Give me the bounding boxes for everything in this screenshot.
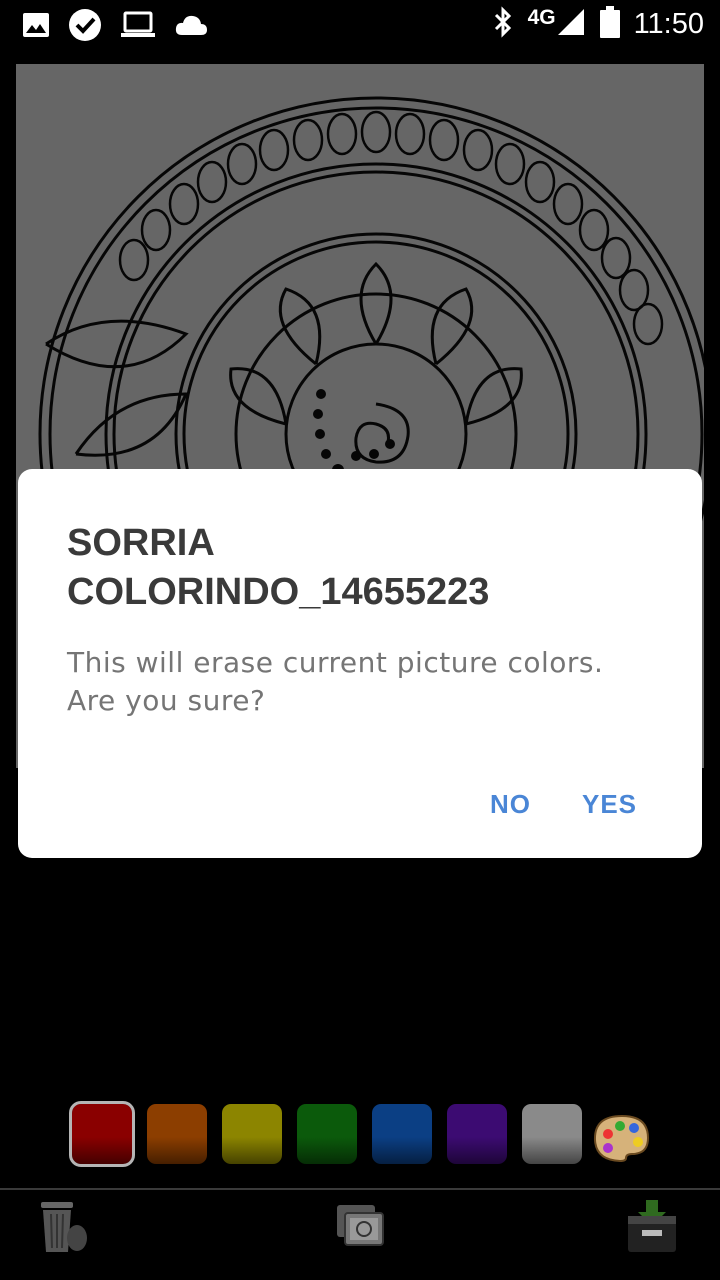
swatch-red[interactable]	[69, 1101, 135, 1167]
gallery-icon	[333, 1201, 387, 1255]
swatch-purple[interactable]	[447, 1104, 507, 1164]
swatch-yellow[interactable]	[222, 1104, 282, 1164]
network-type: 4G	[527, 6, 556, 29]
save-icon	[624, 1198, 680, 1258]
status-bar: 4G 11:50	[0, 0, 720, 48]
yes-button[interactable]: YES	[576, 785, 643, 824]
swatch-blue[interactable]	[372, 1104, 432, 1164]
toolbar-divider	[0, 1188, 720, 1190]
laptop-icon	[120, 11, 156, 43]
check-circle-icon	[68, 8, 102, 46]
clear-button[interactable]	[32, 1196, 96, 1260]
swatch-orange[interactable]	[147, 1104, 207, 1164]
dialog-title: SORRIA COLORINDO_14655223	[67, 522, 490, 613]
cloud-icon	[174, 13, 208, 41]
gallery-button[interactable]	[328, 1196, 392, 1260]
swatch-gray[interactable]	[522, 1104, 582, 1164]
image-icon	[22, 12, 50, 42]
no-button[interactable]: NO	[484, 785, 537, 824]
battery-icon	[599, 6, 620, 42]
clock: 11:50	[633, 7, 704, 40]
paint-palette-icon[interactable]	[592, 1114, 650, 1166]
confirm-dialog: SORRIA COLORINDO_14655223 This will eras…	[18, 469, 702, 858]
bluetooth-icon	[492, 6, 514, 42]
trash-icon	[37, 1198, 91, 1258]
swatch-green[interactable]	[297, 1104, 357, 1164]
signal-icon	[556, 7, 586, 41]
save-button[interactable]	[620, 1196, 684, 1260]
dialog-message: This will erase current picture colors. …	[67, 646, 604, 717]
